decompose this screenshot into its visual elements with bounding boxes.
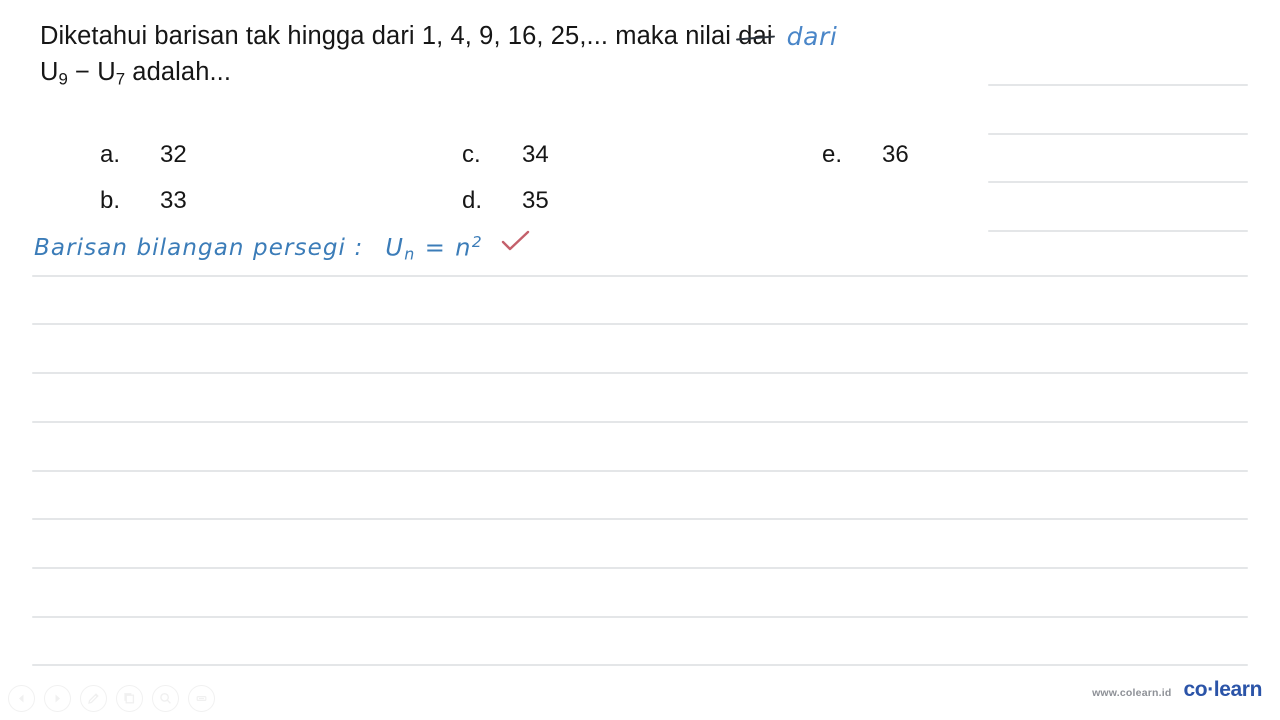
option-d-key: d. [462,187,483,214]
rule-line [32,421,1248,423]
previous-button[interactable] [8,685,35,712]
triangle-right-icon [51,692,64,705]
option-d-value: 35 [522,187,549,214]
formula-subscript: n [404,243,416,263]
formula-equals: = n [415,233,472,261]
formula-base: U [385,233,405,261]
rule-line [988,230,1248,232]
pencil-icon [86,691,101,706]
question-line-1-prefix: Diketahui barisan tak hingga dari 1, 4, … [40,22,739,50]
option-d[interactable]: d. 35 [462,184,549,218]
rule-line [988,133,1248,135]
options-row-1: a. 32 c. 34 e. 36 [0,138,1280,184]
term-u9-subscript: 9 [58,69,68,89]
pen-tool-button[interactable] [80,685,107,712]
option-e-key: e. [822,141,843,168]
question-block: Diketahui barisan tak hingga dari 1, 4, … [40,18,1050,97]
minus-operator: − [67,58,98,86]
triangle-left-icon [15,692,28,705]
answer-options: a. 32 c. 34 e. 36 b. 33 d. 35 [0,138,1280,230]
brand-url: www.colearn.id [1092,687,1172,699]
option-b[interactable]: b. 33 [100,184,187,218]
option-b-key: b. [100,187,121,214]
annotation-formula: Un = n2 [385,233,483,263]
options-row-2: b. 33 d. 35 [0,184,1280,230]
menu-icon [194,691,209,706]
more-options-button[interactable] [188,685,215,712]
question-line-2-tail: adalah... [125,58,232,86]
rule-line [32,664,1248,666]
struck-word-dai: dai [738,18,772,54]
copy-button[interactable] [116,685,143,712]
play-button[interactable] [44,685,71,712]
rule-line [32,323,1248,325]
question-line-1: Diketahui barisan tak hingga dari 1, 4, … [40,18,1050,54]
term-u7-base: U [97,58,116,86]
bottom-toolbar [8,685,215,712]
handwritten-correction-dari: dari [786,22,838,51]
option-c-key: c. [462,141,481,168]
zoom-button[interactable] [152,685,179,712]
option-c[interactable]: c. 34 [462,138,549,172]
handwritten-annotation: Barisan bilangan persegi : Un = n2 [34,229,531,263]
ruled-paper-background [0,0,1280,720]
option-a-key: a. [100,141,121,168]
rule-line [32,470,1248,472]
rule-line [32,616,1248,618]
option-a[interactable]: a. 32 [100,138,187,172]
copy-icon [122,691,137,706]
term-u7-subscript: 7 [115,69,126,89]
rule-line [32,567,1248,569]
magnifier-icon [158,691,173,706]
term-u9-base: U [40,58,59,86]
rule-line [32,518,1248,520]
branding: www.colearn.id co·learn [1092,678,1262,702]
rule-line [32,275,1248,277]
option-c-value: 34 [522,141,549,168]
option-a-value: 32 [160,141,187,168]
option-b-value: 33 [160,187,187,214]
check-mark-icon [501,229,531,257]
rule-line [32,372,1248,374]
annotation-text: Barisan bilangan persegi : [34,235,364,261]
colearn-logo: co·learn [1183,678,1263,701]
question-line-2: U9 − U7 adalah... [40,54,1050,97]
formula-exponent: 2 [471,232,484,251]
option-e[interactable]: e. 36 [822,138,909,172]
option-e-value: 36 [882,141,909,168]
